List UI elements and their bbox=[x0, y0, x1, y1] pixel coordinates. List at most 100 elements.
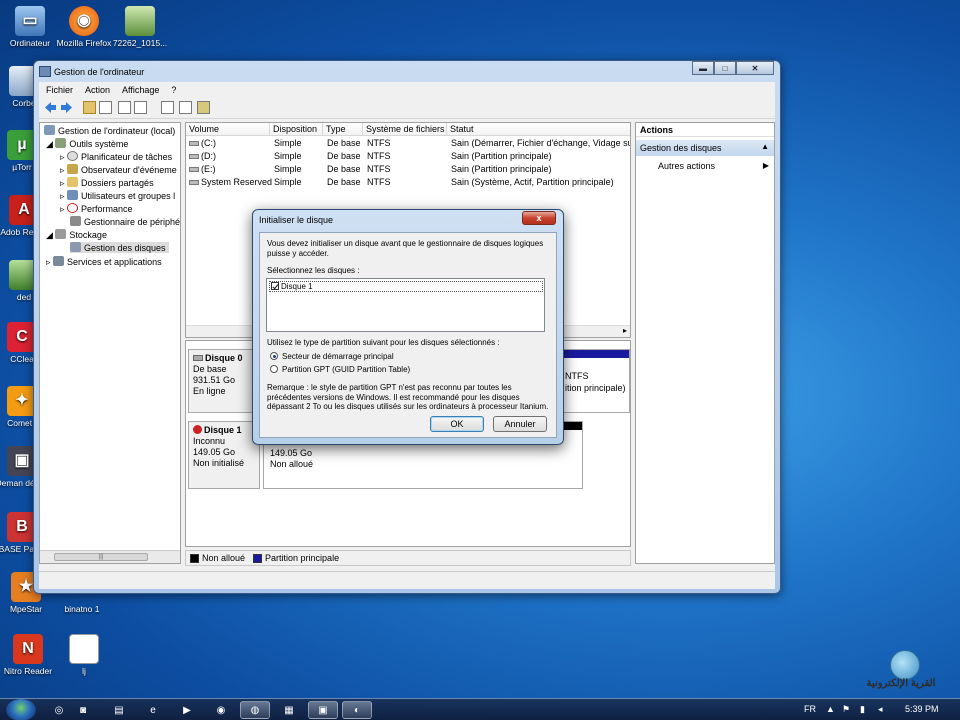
taskbar-disk-icon[interactable]: ◐ bbox=[342, 701, 372, 719]
help-icon[interactable] bbox=[179, 101, 192, 114]
desktop-icon-image[interactable]: 72262_1015... bbox=[110, 6, 170, 48]
scroll-thumb[interactable]: ||| bbox=[54, 553, 148, 561]
disk-1-checkbox[interactable] bbox=[271, 282, 279, 290]
start-button[interactable] bbox=[6, 699, 36, 720]
refresh-icon[interactable] bbox=[161, 101, 174, 114]
tree-item-performance[interactable]: ▹ Performance bbox=[60, 203, 133, 215]
drive-icon bbox=[189, 167, 199, 172]
tree-services[interactable]: ▹ Services et applications bbox=[46, 256, 162, 268]
desktop-icon-label: ded bbox=[16, 292, 32, 302]
shared-folder-icon bbox=[67, 177, 79, 187]
clock-icon bbox=[67, 151, 79, 161]
drive-icon bbox=[189, 141, 199, 146]
disk-icon bbox=[193, 355, 203, 361]
disk-0-info[interactable]: Disque 0 De base 931.51 Go En ligne bbox=[188, 349, 260, 413]
unallocated-swatch bbox=[190, 553, 199, 563]
taskbar-mediaplayer-icon[interactable]: ▶ bbox=[172, 701, 202, 719]
up-folder-icon[interactable] bbox=[83, 101, 96, 114]
desktop-icon-label: Nitro Reader bbox=[3, 666, 53, 676]
desktop-icon-label: binatno 1 bbox=[64, 604, 100, 614]
menu-affichage[interactable]: Affichage bbox=[122, 85, 159, 95]
language-indicator[interactable]: FR bbox=[804, 704, 816, 714]
taskbar-explorer-icon[interactable]: ▤ bbox=[104, 701, 134, 719]
tree-storage[interactable]: ◢ Stockage bbox=[46, 229, 107, 241]
tree-item-task-scheduler[interactable]: ▹ Planificateur de tâches bbox=[60, 151, 172, 163]
disk-management-icon bbox=[70, 242, 81, 252]
desktop-icon-lj[interactable]: lj bbox=[54, 634, 114, 676]
window-icon bbox=[39, 66, 51, 77]
tray-volume-icon[interactable]: ◂ bbox=[878, 704, 883, 715]
image-file-icon bbox=[125, 6, 155, 36]
list-view-icon[interactable] bbox=[118, 101, 131, 114]
menu-help[interactable]: ? bbox=[171, 85, 176, 95]
desktop-icon-ordinateur[interactable]: ▭ Ordinateur bbox=[0, 6, 60, 48]
menu-fichier[interactable]: Fichier bbox=[46, 85, 73, 95]
tray-network-icon[interactable]: ▮ bbox=[860, 704, 865, 715]
disk-list: Disque 1 bbox=[266, 278, 545, 332]
column-header-volume[interactable]: Volume bbox=[186, 123, 270, 136]
ok-button[interactable]: OK bbox=[430, 416, 484, 432]
maximize-button[interactable]: □ bbox=[714, 61, 736, 75]
cancel-button[interactable]: Annuler bbox=[493, 416, 547, 432]
column-header-filesystem[interactable]: Système de fichiers bbox=[363, 123, 447, 136]
tools-icon bbox=[55, 138, 67, 148]
taskbar-computer-management-icon[interactable]: ▣ bbox=[308, 701, 338, 719]
storage-icon bbox=[55, 229, 67, 239]
back-arrow-icon[interactable] bbox=[44, 101, 57, 114]
disk-error-icon bbox=[193, 425, 202, 434]
desktop-icon-firefox[interactable]: ◉ Mozilla Firefox bbox=[54, 6, 114, 48]
taskbar-camera-icon[interactable]: ◙ bbox=[68, 701, 98, 719]
watermark-logo: القرية الإلكترونية bbox=[867, 650, 940, 690]
disk-list-item[interactable]: Disque 1 bbox=[269, 281, 543, 292]
column-header-type[interactable]: Type bbox=[323, 123, 363, 136]
initialize-disk-dialog: Initialiser le disque x Vous devez initi… bbox=[252, 209, 564, 445]
option-gpt[interactable]: Partition GPT (GUID Partition Table) bbox=[270, 365, 410, 375]
submenu-arrow-icon: ▶ bbox=[762, 161, 769, 170]
forward-arrow-icon[interactable] bbox=[60, 101, 73, 114]
tray-flag-icon[interactable]: ⚑ bbox=[842, 704, 850, 715]
mbr-radio[interactable] bbox=[270, 352, 278, 360]
disk-1-info[interactable]: Disque 1 Inconnu 149.05 Go Non initialis… bbox=[188, 421, 260, 489]
minimize-button[interactable]: ▬ bbox=[692, 61, 714, 75]
close-button[interactable]: ✕ bbox=[736, 61, 774, 75]
tree-item-disk-management[interactable]: Gestion des disques bbox=[70, 242, 169, 253]
tree-horizontal-scrollbar[interactable]: ||| bbox=[40, 550, 180, 563]
taskbar-firefox-icon[interactable]: ◉ bbox=[206, 701, 236, 719]
desktop-icon-label: lj bbox=[82, 666, 86, 676]
services-icon bbox=[53, 256, 65, 266]
tree-root[interactable]: Gestion de l'ordinateur (local) bbox=[44, 125, 175, 136]
primary-swatch bbox=[253, 553, 263, 563]
collapse-icon[interactable]: ▲ bbox=[761, 142, 769, 151]
actions-more[interactable]: Autres actions ▶ bbox=[636, 156, 774, 171]
tree-item-users-groups[interactable]: ▹ Utilisateurs et groupes l bbox=[60, 190, 175, 202]
tree-item-event-viewer[interactable]: ▹ Observateur d'événeme bbox=[60, 164, 177, 176]
firefox-icon: ◉ bbox=[69, 6, 99, 36]
taskbar-ie-icon[interactable]: e bbox=[138, 701, 168, 719]
tree-item-shared-folders[interactable]: ▹ Dossiers partagés bbox=[60, 177, 154, 189]
actions-disk-management[interactable]: Gestion des disques ▲ bbox=[636, 140, 774, 156]
column-header-status[interactable]: Statut bbox=[447, 123, 630, 136]
show-hide-tree-icon[interactable] bbox=[99, 101, 112, 114]
taskbar: ◎ ◙ ▤ e ▶ ◉ ◍ ▦ ▣ ◐ FR ▲ ⚑ ▮ ◂ 5:39 PM bbox=[0, 698, 960, 720]
column-header-disposition[interactable]: Disposition bbox=[270, 123, 323, 136]
taskbar-chrome-icon[interactable]: ◍ bbox=[240, 701, 270, 719]
desktop-icon-label: 72262_1015... bbox=[112, 38, 168, 48]
dialog-close-button[interactable]: x bbox=[522, 211, 556, 225]
menu-action[interactable]: Action bbox=[85, 85, 110, 95]
disk-0-partition[interactable]: NTFS ition principale) bbox=[562, 349, 630, 413]
scroll-right-icon[interactable]: ▸ bbox=[623, 326, 627, 335]
dialog-title: Initialiser le disque bbox=[259, 215, 334, 225]
gpt-radio[interactable] bbox=[270, 365, 278, 373]
tray-expand-icon[interactable]: ▲ bbox=[826, 704, 835, 714]
tree-item-device-manager[interactable]: Gestionnaire de périphé bbox=[70, 216, 180, 227]
clock[interactable]: 5:39 PM bbox=[905, 704, 939, 714]
computer-icon: ▭ bbox=[15, 6, 45, 36]
properties-icon[interactable] bbox=[134, 101, 147, 114]
tree-system-tools[interactable]: ◢ Outils système bbox=[46, 138, 128, 150]
taskbar-app-icon[interactable]: ▦ bbox=[274, 701, 304, 719]
desktop-icon-nitro[interactable]: N Nitro Reader bbox=[0, 634, 58, 676]
settings-icon[interactable] bbox=[197, 101, 210, 114]
option-mbr[interactable]: Secteur de démarrage principal bbox=[270, 352, 394, 362]
desktop-icon-label: MpeStar bbox=[9, 604, 43, 614]
navigation-tree: Gestion de l'ordinateur (local) ◢ Outils… bbox=[39, 122, 181, 564]
